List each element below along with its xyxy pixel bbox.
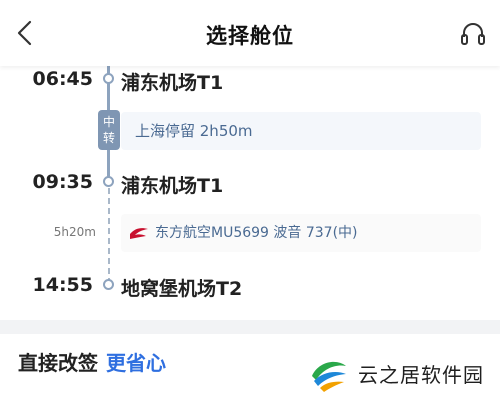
- watermark-text: 云之居软件园: [358, 362, 484, 387]
- timeline-node: [103, 73, 114, 84]
- layover-info: 上海停留 2h50m: [121, 112, 481, 150]
- page-title: 选择舱位: [206, 24, 294, 48]
- promo-label: 直接改签: [18, 351, 98, 375]
- watermark: 云之居软件园: [306, 350, 496, 396]
- timeline-node: [103, 279, 114, 290]
- departure-station: 浦东机场T1: [121, 72, 224, 94]
- site-logo-icon: [309, 353, 349, 393]
- arrival-time: 14:55: [32, 274, 93, 296]
- headphones-icon: [461, 23, 485, 45]
- timeline-node: [103, 176, 114, 187]
- transfer-departure-time: 09:35: [32, 171, 93, 193]
- nav-header: 选择舱位: [0, 0, 500, 66]
- transfer-badge: 中转: [98, 110, 120, 150]
- flight-detail-page: 选择舱位 06:45 浦东机场T1 中转 上海停留 2h50m 09:35 浦东…: [0, 0, 500, 400]
- flight-timeline: 06:45 浦东机场T1 中转 上海停留 2h50m 09:35 浦东机场T1 …: [0, 66, 500, 320]
- promo-accent: 更省心: [106, 351, 166, 375]
- rebook-promo: 直接改签 更省心: [18, 347, 166, 376]
- timeline-dashed-line: [108, 178, 110, 284]
- flight-duration: 5h20m: [53, 225, 96, 239]
- departure-time: 06:45: [32, 68, 93, 90]
- section-divider: [0, 320, 500, 334]
- customer-service-button[interactable]: [458, 18, 488, 48]
- china-eastern-logo-icon: [130, 228, 148, 239]
- flight-text: 东方航空MU5699 波音 737(中): [155, 225, 358, 241]
- arrival-station: 地窝堡机场T2: [121, 278, 243, 300]
- transfer-station: 浦东机场T1: [121, 175, 224, 197]
- flight-info: 东方航空MU5699 波音 737(中): [121, 214, 481, 252]
